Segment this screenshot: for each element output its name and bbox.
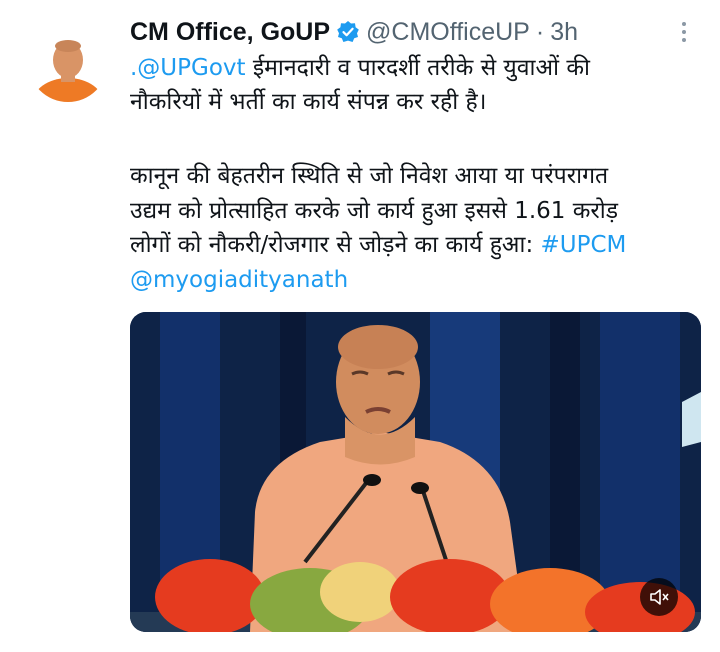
text-segment: लोगों को नौकरी/रोजगार से जोड़ने का कार्य… [130, 232, 541, 258]
tweet-video[interactable] [130, 312, 701, 632]
avatar[interactable] [28, 22, 108, 102]
author-handle[interactable]: @CMOfficeUP [366, 18, 530, 47]
mention-myogiadityanath[interactable]: @myogiadityanath [130, 267, 348, 293]
tweet-text-line-1: .@UPGovt ईमानदारी व पारदर्शी तरीके से यु… [130, 52, 590, 84]
hashtag-upcm[interactable]: #UPCM [541, 232, 627, 258]
video-frame [130, 312, 701, 632]
text-segment: ईमानदारी व पारदर्शी तरीके से युवाओं की [245, 55, 590, 81]
tweet-header: CM Office, GoUP @CMOfficeUP · 3h [130, 14, 578, 50]
tweet-text-line-4: उद्यम को प्रोत्साहित करके जो कार्य हुआ इ… [130, 198, 619, 224]
mention-upgovt[interactable]: .@UPGovt [130, 55, 246, 81]
verified-badge-icon [337, 21, 359, 43]
tweet-text-line-2: नौकरियों में भर्ती का कार्य संपन्न कर रह… [130, 89, 487, 115]
tweet-text-line-3: कानून की बेहतरीन स्थिति से जो निवेश आया … [130, 163, 609, 189]
timestamp[interactable]: 3h [550, 18, 578, 47]
author-name[interactable]: CM Office, GoUP [130, 18, 330, 47]
tweet-text-line-6: @myogiadityanath [130, 264, 348, 296]
separator-dot: · [535, 17, 545, 46]
tweet-text-line-5: लोगों को नौकरी/रोजगार से जोड़ने का कार्य… [130, 229, 626, 261]
tweet-card[interactable]: CM Office, GoUP @CMOfficeUP · 3h .@UPGov… [0, 0, 720, 652]
more-options-icon[interactable] [678, 18, 690, 46]
avatar-image [28, 22, 108, 102]
mute-icon[interactable] [640, 578, 678, 616]
